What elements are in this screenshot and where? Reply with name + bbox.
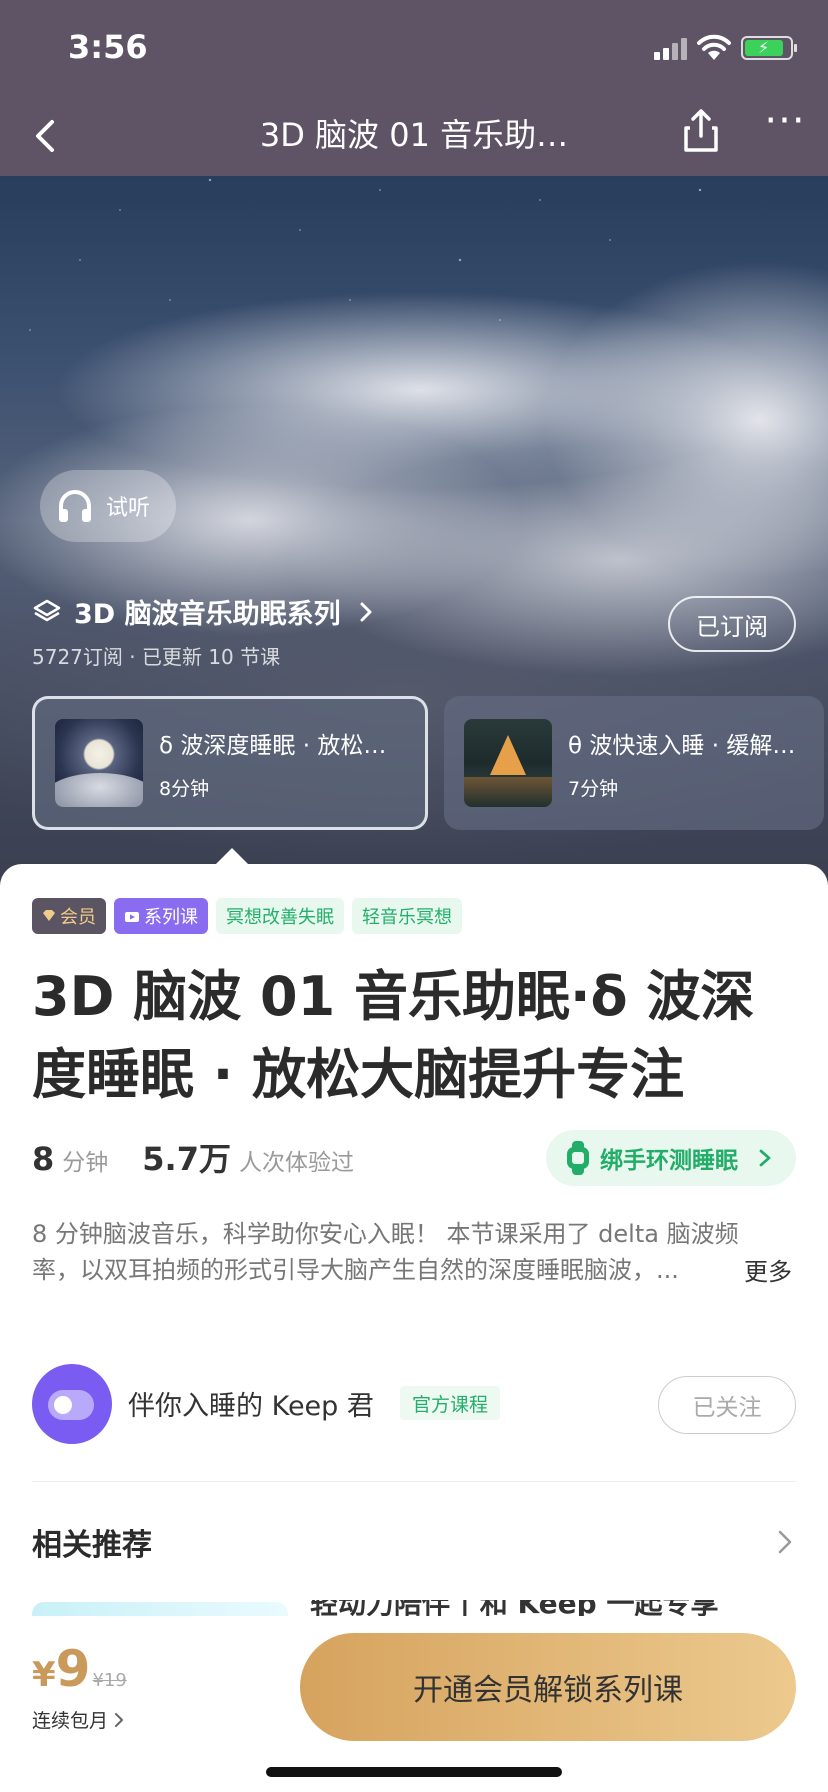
nav-bar: 3D 脑波 01 音乐助… ··· [0,96,828,176]
chevron-right-icon [115,1712,124,1727]
episode-title: θ 波快速入睡 · 缓解… [568,732,796,759]
headphones-icon [59,490,91,522]
video-series-icon [125,912,139,922]
trial-listen-button[interactable]: 试听 [40,470,176,542]
course-description: 8 分钟脑波音乐，科学助你安心入眠！ 本节课采用了 delta 脑波频 率，以双… [32,1216,796,1288]
chevron-right-icon[interactable] [776,1528,794,1556]
series-title: 3D 脑波音乐助眠系列 [74,599,341,630]
cellular-signal-icon [654,38,688,60]
episode-thumbnail [55,719,143,807]
smartwatch-icon [567,1141,589,1175]
tag-topic[interactable]: 轻音乐冥想 [352,898,462,934]
tag-label: 会员 [60,907,96,928]
layers-icon [33,599,61,621]
plays-unit: 人次体验过 [238,1150,354,1176]
recommend-card-title[interactable]: 轻动力陪伴 | 和 Keep 一起专享 [310,1600,770,1616]
course-title-line: 3D 脑波 01 音乐助眠·δ 波深 [32,965,755,1028]
plan-selector[interactable]: 连续包月 [32,1706,124,1733]
tag-vip: 会员 [32,898,106,934]
home-indicator [266,1767,562,1777]
status-bar: 3:56 ⚡ [0,0,828,96]
original-price: ¥19 [92,1670,127,1691]
duration-unit: 分钟 [62,1150,109,1176]
course-title: 3D 脑波 01 音乐助眠·δ 波深 度睡眠 · 放松大脑提升专注 [32,958,792,1114]
series-meta: 5727订阅 · 已更新 10 节课 [32,645,281,669]
author-row[interactable]: 伴你入睡的 Keep 君 官方课程 已关注 [32,1364,796,1444]
share-icon[interactable] [676,106,726,156]
duration-value: 8 [32,1140,55,1178]
tag-list: 会员 系列课 冥想改善失眠 轻音乐冥想 [32,898,462,934]
episode-card-next[interactable]: θ 波快速入睡 · 缓解… 7分钟 [444,696,824,830]
subscribed-button[interactable]: 已订阅 [668,596,796,652]
price: ¥ 9 ¥19 [32,1640,127,1698]
price-value: 9 [55,1640,91,1698]
tag-label: 系列课 [144,907,198,928]
nav-title: 3D 脑波 01 音乐助… [259,116,569,154]
plays-value: 5.7万 [142,1140,231,1178]
bind-band-label: 绑手环测睡眠 [600,1148,738,1174]
episode-duration: 7分钟 [568,777,619,800]
price-currency: ¥ [32,1655,56,1695]
more-icon[interactable]: ··· [760,101,810,156]
episode-duration: 8分钟 [159,777,210,800]
battery-icon: ⚡ [741,36,797,60]
trial-listen-label: 试听 [106,496,151,521]
description-line: 8 分钟脑波音乐，科学助你安心入眠！ 本节课采用了 delta 脑波频 [32,1220,739,1248]
tag-series: 系列课 [114,898,208,934]
course-title-line: 度睡眠 · 放松大脑提升专注 [32,1043,685,1106]
divider [32,1481,796,1482]
recommend-section-title: 相关推荐 [32,1528,152,1563]
tag-topic[interactable]: 冥想改善失眠 [216,898,344,934]
follow-button[interactable]: 已关注 [658,1376,796,1434]
plan-label: 连续包月 [32,1710,109,1732]
course-stats: 8 分钟 5.7万 人次体验过 [32,1134,388,1180]
more-link[interactable]: 更多 [736,1252,792,1287]
description-line: 率，以双耳拍频的形式引导大脑产生自然的深度睡眠脑波，... [32,1256,679,1284]
episode-thumbnail [464,719,552,807]
unlock-membership-button[interactable]: 开通会员解锁系列课 [300,1633,796,1741]
status-time: 3:56 [68,28,148,66]
episode-title: δ 波深度睡眠 · 放松… [159,732,387,759]
chevron-right-icon [360,602,372,621]
chevron-right-icon [759,1149,771,1167]
chevron-left-icon[interactable] [22,110,72,162]
avatar-logo-dot [54,1396,72,1414]
vip-diamond-icon [43,910,55,921]
official-course-badge: 官方课程 [400,1386,501,1420]
bind-band-button[interactable]: 绑手环测睡眠 [546,1130,796,1186]
series-link[interactable]: 3D 脑波音乐助眠系列 [32,592,375,631]
author-name[interactable]: 伴你入睡的 Keep 君 [128,1384,374,1423]
recommend-card-title-text: 轻动力陪伴 | 和 Keep 一起专享 [310,1600,770,1616]
wifi-icon [697,34,731,60]
avatar[interactable] [32,1364,112,1444]
episode-card-current[interactable]: δ 波深度睡眠 · 放松… 8分钟 [32,696,428,830]
